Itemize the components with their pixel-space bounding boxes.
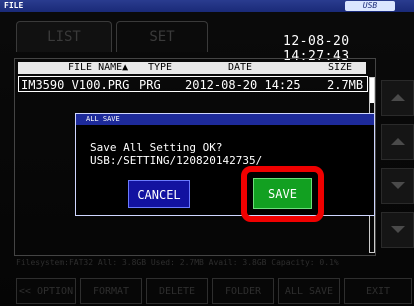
tab-list[interactable]: LIST [16, 21, 112, 52]
file-type-cell: PRG [139, 78, 161, 92]
file-size-cell: 2.7MB [327, 78, 364, 92]
column-file-name[interactable]: FILE NAME▲ [68, 62, 128, 74]
dialog-save-path: USB:/SETTING/120820142735/ [90, 154, 263, 167]
column-type[interactable]: TYPE [148, 62, 172, 74]
dialog-title-bar: ALL SAVE [76, 114, 374, 125]
down-icon [391, 182, 405, 189]
dialog-message: Save All Setting OK? [90, 141, 223, 154]
title-bar: FILE USB [0, 0, 414, 12]
file-name-cell: IM3590_V100.PRG [21, 78, 130, 92]
save-button[interactable]: SAVE [253, 178, 312, 209]
page-up-button[interactable] [381, 80, 414, 116]
up-icon [391, 138, 405, 145]
file-table-header: FILE NAME▲ TYPE DATE SIZE [18, 62, 366, 74]
exit-button[interactable]: EXIT [344, 278, 412, 304]
screen-title: FILE [4, 1, 24, 10]
option-button[interactable]: << OPTION [16, 278, 76, 304]
format-button[interactable]: FORMAT [80, 278, 142, 304]
page-down-icon [391, 226, 405, 233]
all-save-dialog: ALL SAVE Save All Setting OK? USB:/SETTI… [75, 113, 375, 216]
scrollbar-thumb[interactable] [370, 78, 374, 103]
page-up-icon [391, 94, 405, 101]
filesystem-info: Filesystem:FAT32 All: 3.8GB Used: 2.7MB … [16, 258, 339, 267]
delete-button[interactable]: DELETE [146, 278, 208, 304]
scroll-up-button[interactable] [381, 124, 414, 160]
scroll-down-button[interactable] [381, 168, 414, 204]
all-save-button[interactable]: ALL SAVE [278, 278, 340, 304]
cancel-button[interactable]: CANCEL [128, 180, 190, 208]
folder-button[interactable]: FOLDER [212, 278, 274, 304]
file-date-cell: 2012-08-20 14:25 [185, 78, 301, 92]
column-size[interactable]: SIZE [328, 62, 352, 74]
instrument-screen: FILE USB LIST SET 12-08-20 14:27:43 FILE… [0, 0, 414, 306]
page-down-button[interactable] [381, 212, 414, 248]
table-row[interactable]: IM3590_V100.PRG PRG 2012-08-20 14:25 2.7… [18, 76, 368, 92]
column-date[interactable]: DATE [228, 62, 252, 74]
tab-set[interactable]: SET [116, 21, 208, 52]
dialog-title: ALL SAVE [86, 115, 120, 123]
usb-indicator-badge: USB [345, 1, 395, 11]
